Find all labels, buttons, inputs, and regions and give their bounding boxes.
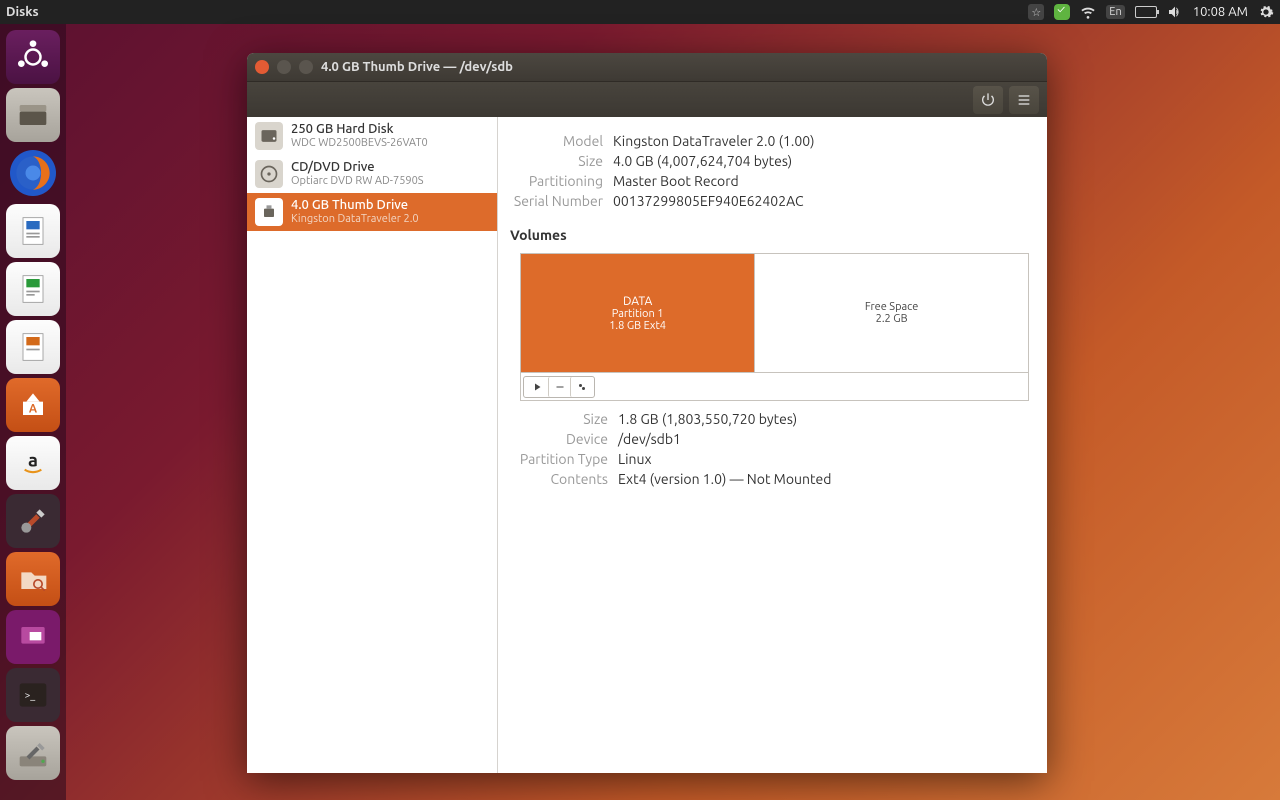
volume-partition-data[interactable]: DATA Partition 1 1.8 GB Ext4 [521, 254, 754, 372]
value-serial: 00137299805EF940E62402AC [613, 193, 804, 209]
device-title: CD/DVD Drive [291, 160, 424, 175]
device-subtitle: WDC WD2500BEVS-26VAT0 [291, 137, 428, 150]
window-maximize-button[interactable] [299, 60, 313, 74]
svg-text:>_: >_ [25, 689, 36, 700]
launcher-software[interactable]: A [6, 378, 60, 432]
device-subtitle: Kingston DataTraveler 2.0 [291, 213, 419, 226]
label-size: Size [508, 153, 613, 169]
hdd-icon [255, 122, 283, 150]
delete-partition-button[interactable] [548, 377, 570, 397]
usb-icon [255, 198, 283, 226]
volume-toolbar [520, 373, 1029, 401]
keyboard-lang-indicator[interactable]: En [1106, 5, 1124, 19]
launcher-calc[interactable] [6, 262, 60, 316]
launcher-search-files[interactable] [6, 552, 60, 606]
launcher-impress[interactable] [6, 320, 60, 374]
launcher-settings[interactable] [6, 494, 60, 548]
mount-button[interactable] [526, 377, 548, 397]
top-panel: Disks ☆ En 10:08 AM [0, 0, 1280, 24]
volume-free-space[interactable]: Free Space 2.2 GB [754, 254, 1028, 372]
label-serial: Serial Number [508, 193, 613, 209]
launcher-amazon[interactable]: a [6, 436, 60, 490]
clock[interactable]: 10:08 AM [1193, 5, 1248, 19]
system-tray: ☆ En 10:08 AM [1028, 4, 1274, 20]
device-hdd[interactable]: 250 GB Hard DiskWDC WD2500BEVS-26VAT0 [247, 117, 497, 155]
volumes-map: DATA Partition 1 1.8 GB Ext4 Free Space … [520, 253, 1029, 373]
label-pdevice: Device [508, 431, 618, 447]
volume-partition-label: Partition 1 [612, 308, 664, 320]
panel-app-name: Disks [6, 5, 39, 19]
value-partitioning: Master Boot Record [613, 173, 739, 189]
session-gear-icon[interactable] [1258, 4, 1274, 20]
volume-name: DATA [623, 295, 652, 308]
device-subtitle: Optiarc DVD RW AD-7590S [291, 175, 424, 188]
window-toolbar [247, 81, 1047, 117]
free-space-size: 2.2 GB [876, 313, 908, 325]
power-button[interactable] [973, 86, 1003, 114]
launcher-dash[interactable] [6, 30, 60, 84]
svg-text:A: A [29, 403, 38, 416]
menu-button[interactable] [1009, 86, 1039, 114]
volume-size-fs: 1.8 GB Ext4 [609, 320, 666, 332]
update-available-icon[interactable] [1054, 4, 1070, 20]
launcher-screenshot[interactable] [6, 610, 60, 664]
disc-icon [255, 160, 283, 188]
value-psize: 1.8 GB (1,803,550,720 bytes) [618, 411, 797, 427]
label-partitioning: Partitioning [508, 173, 613, 189]
device-optical[interactable]: CD/DVD DriveOptiarc DVD RW AD-7590S [247, 155, 497, 193]
volumes-heading: Volumes [510, 227, 1029, 243]
label-psize: Size [508, 411, 618, 427]
window-close-button[interactable] [255, 60, 269, 74]
device-title: 250 GB Hard Disk [291, 122, 428, 137]
free-space-label: Free Space [865, 301, 918, 313]
launcher-firefox[interactable] [6, 146, 60, 200]
launcher-disks[interactable] [6, 726, 60, 780]
label-model: Model [508, 133, 613, 149]
window-titlebar[interactable]: 4.0 GB Thumb Drive — /dev/sdb [247, 53, 1047, 81]
disks-window: 4.0 GB Thumb Drive — /dev/sdb 250 GB Har… [247, 53, 1047, 773]
device-thumb[interactable]: 4.0 GB Thumb DriveKingston DataTraveler … [247, 193, 497, 231]
value-ptype: Linux [618, 451, 652, 467]
wifi-icon[interactable] [1080, 4, 1096, 20]
label-contents: Contents [508, 471, 618, 487]
main-content: ModelKingston DataTraveler 2.0 (1.00) Si… [498, 117, 1047, 773]
value-pdevice: /dev/sdb1 [618, 431, 681, 447]
svg-text:a: a [28, 450, 38, 470]
battery-icon[interactable] [1135, 6, 1157, 18]
volume-icon[interactable] [1167, 4, 1183, 20]
device-title: 4.0 GB Thumb Drive [291, 198, 419, 213]
unity-launcher: A a >_ [0, 24, 66, 800]
launcher-writer[interactable] [6, 204, 60, 258]
value-size: 4.0 GB (4,007,624,704 bytes) [613, 153, 792, 169]
window-title: 4.0 GB Thumb Drive — /dev/sdb [321, 60, 513, 74]
launcher-terminal[interactable]: >_ [6, 668, 60, 722]
partition-options-button[interactable] [570, 377, 592, 397]
value-contents: Ext4 (version 1.0) — Not Mounted [618, 471, 831, 487]
label-ptype: Partition Type [508, 451, 618, 467]
dropbox-icon[interactable]: ☆ [1028, 4, 1044, 20]
value-model: Kingston DataTraveler 2.0 (1.00) [613, 133, 815, 149]
launcher-files[interactable] [6, 88, 60, 142]
window-minimize-button[interactable] [277, 60, 291, 74]
device-sidebar: 250 GB Hard DiskWDC WD2500BEVS-26VAT0 CD… [247, 117, 498, 773]
